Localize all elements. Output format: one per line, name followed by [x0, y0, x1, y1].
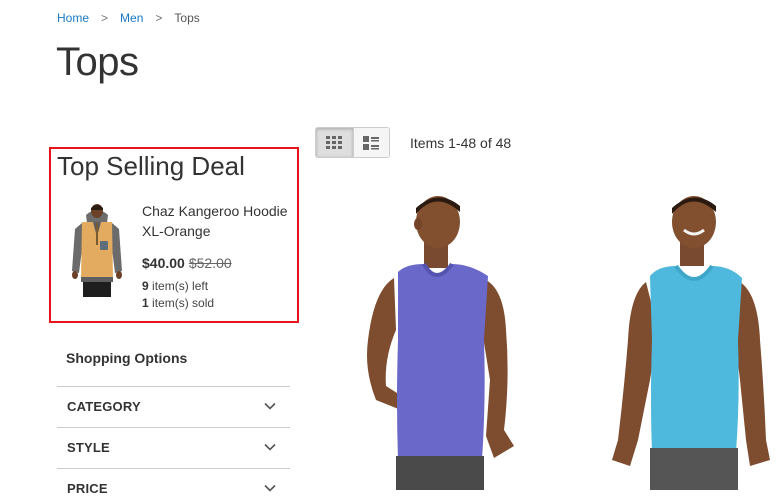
filter-category[interactable]: CATEGORY [57, 386, 290, 427]
chevron-down-icon [264, 484, 276, 492]
filter-label: STYLE [67, 440, 110, 455]
breadcrumb-separator: > [155, 11, 163, 25]
filter-price[interactable]: PRICE [57, 468, 290, 503]
top-selling-deal-widget: Top Selling Deal Chaz Kangeroo Hoodie XL… [49, 147, 299, 323]
view-mode-switcher [315, 127, 390, 158]
items-sold-text: item(s) sold [152, 296, 215, 310]
items-left-text: item(s) left [152, 279, 209, 293]
items-left-count: 9 [142, 279, 149, 293]
filter-style[interactable]: STYLE [57, 427, 290, 468]
items-sold-count: 1 [142, 296, 149, 310]
blue-tank-top-photo-icon [612, 196, 770, 490]
grid-icon [326, 135, 343, 149]
grid-mode-button[interactable] [316, 128, 353, 157]
deal-price: $40.00 $52.00 [142, 255, 232, 271]
list-mode-button[interactable] [352, 128, 389, 157]
chevron-down-icon [264, 443, 276, 451]
hoodie-product-photo-icon [72, 204, 122, 297]
breadcrumb-men-link[interactable]: Men [120, 11, 143, 25]
shopping-options-title: Shopping Options [66, 350, 188, 366]
toolbar-amount: Items 1-48 of 48 [410, 135, 512, 151]
breadcrumb: Home > Men > Tops [57, 11, 200, 25]
deal-special-price: $40.00 [142, 255, 185, 271]
deal-product-image[interactable] [69, 201, 125, 297]
deal-old-price: $52.00 [188, 255, 232, 271]
page: Home > Men > Tops Tops Top Selling Deal [0, 0, 778, 503]
product-image-link[interactable] [600, 190, 778, 490]
deal-items-sold: 1 item(s) sold [142, 296, 214, 310]
purple-tank-top-photo-icon [367, 196, 514, 490]
deal-product-name-link[interactable]: Chaz Kangeroo Hoodie XL-Orange [142, 201, 297, 241]
chevron-down-icon [264, 402, 276, 410]
list-icon [363, 135, 380, 150]
deal-title: Top Selling Deal [57, 151, 245, 181]
breadcrumb-separator: > [101, 11, 109, 25]
deal-items-left: 9 item(s) left [142, 279, 208, 293]
filter-label: PRICE [67, 481, 108, 496]
breadcrumb-home-link[interactable]: Home [57, 11, 89, 25]
breadcrumb-current: Tops [174, 11, 200, 25]
page-title: Tops [56, 40, 139, 84]
product-image-link[interactable] [336, 190, 536, 490]
filter-label: CATEGORY [67, 399, 141, 414]
